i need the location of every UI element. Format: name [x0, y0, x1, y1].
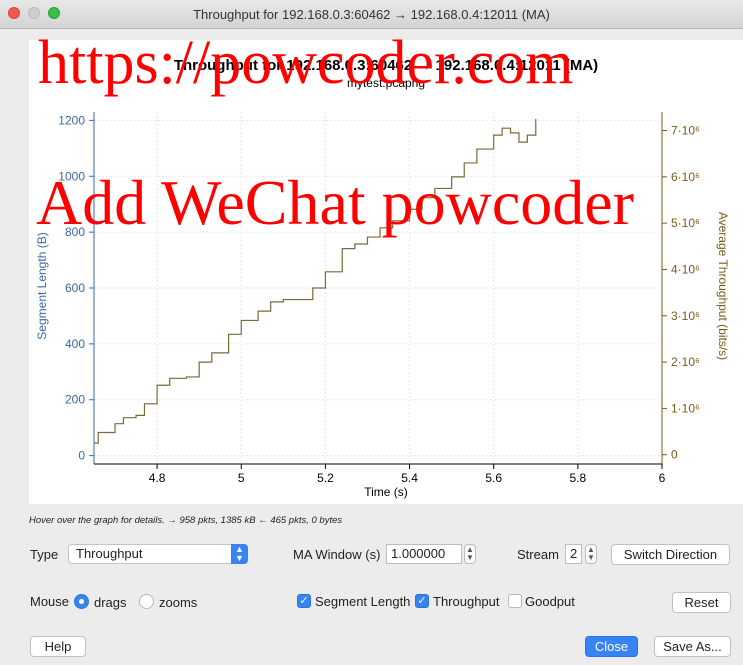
chart-title: Throughput for 192.168.0.3:60462 → 192.1…	[174, 57, 598, 74]
window-title: Throughput for 192.168.0.3:60462 → 192.1…	[193, 7, 550, 22]
series-line-throughput	[94, 118, 537, 444]
graph-area[interactable]: Throughput for 192.168.0.3:60462 → 192.1…	[29, 40, 743, 504]
mouse-label: Mouse	[30, 594, 70, 609]
y2-tick-label: 4·10⁶	[671, 262, 700, 276]
ma-window-stepper[interactable]: ▲ ▼	[464, 544, 476, 564]
ma-window-input[interactable]: 1.000000	[386, 544, 462, 564]
throughput-graph[interactable]: Throughput for 192.168.0.3:60462 → 192.1…	[29, 40, 743, 504]
x-tick-label: 5.6	[485, 471, 502, 485]
zooms-radio[interactable]	[139, 594, 154, 609]
stream-stepper[interactable]: ▲ ▼	[585, 544, 597, 564]
segment-length-label: Segment Length	[315, 594, 411, 609]
x-tick-label: 5.2	[317, 471, 334, 485]
ticks: 4.8 5 5.2 5.4 5.6 5.8 602004006008001000120001…	[58, 113, 700, 485]
goodput-label: Goodput	[525, 594, 575, 609]
y2-tick-label: 3·10⁶	[671, 309, 700, 323]
y2-tick-label: 7·10⁶	[671, 124, 700, 138]
chevron-updown-icon: ▲ ▼	[231, 544, 248, 564]
y-tick-label: 200	[65, 393, 85, 407]
x-axis-label: Time (s)	[364, 485, 408, 499]
close-button[interactable]: Close	[585, 636, 638, 657]
zooms-label: zooms	[159, 595, 198, 610]
y2-tick-label: 2·10⁶	[671, 355, 700, 369]
throughput-label: Throughput	[433, 594, 500, 609]
series	[94, 118, 537, 444]
x-tick-label: 5	[238, 471, 245, 485]
y-tick-label: 1200	[58, 113, 85, 127]
type-select-value: Throughput	[76, 546, 143, 561]
ma-window-label: MA Window (s)	[293, 547, 381, 562]
y2-tick-label: 6·10⁶	[671, 170, 700, 184]
y-tick-label: 1000	[58, 169, 85, 183]
grid	[94, 112, 663, 464]
y2-axis-label: Average Throughput (bits/s)	[716, 212, 730, 360]
x-tick-label: 5.8	[570, 471, 587, 485]
y2-tick-label: 1·10⁶	[671, 401, 700, 415]
stream-input[interactable]: 2	[565, 544, 582, 564]
chart-subtitle: mytest.pcapng	[347, 76, 425, 90]
goodput-checkbox[interactable]	[508, 594, 522, 608]
x-tick-label: 6	[659, 471, 666, 485]
reset-button[interactable]: Reset	[672, 592, 731, 613]
switch-direction-button[interactable]: Switch Direction	[611, 544, 730, 565]
y-axis-label: Segment Length (B)	[35, 232, 49, 339]
type-select[interactable]: Throughput ▲ ▼	[68, 544, 248, 564]
y2-tick-label: 5·10⁶	[671, 216, 700, 230]
drags-label: drags	[94, 595, 127, 610]
hover-hint: Hover over the graph for details. → 958 …	[29, 515, 343, 526]
x-tick-label: 5.4	[401, 471, 418, 485]
title-bar: Throughput for 192.168.0.3:60462 → 192.1…	[0, 0, 743, 29]
y-tick-label: 400	[65, 337, 85, 351]
save-as-button[interactable]: Save As...	[654, 636, 731, 657]
y-tick-label: 600	[65, 281, 85, 295]
drags-radio[interactable]	[74, 594, 89, 609]
throughput-checkbox[interactable]: ✓	[415, 594, 429, 608]
type-label: Type	[30, 547, 59, 562]
help-button[interactable]: Help	[30, 636, 86, 657]
stream-label: Stream	[517, 547, 559, 562]
y-tick-label: 0	[78, 449, 85, 463]
x-tick-label: 4.8	[149, 471, 166, 485]
y-tick-label: 800	[65, 225, 85, 239]
segment-length-checkbox[interactable]: ✓	[297, 594, 311, 608]
y2-tick-label: 0	[671, 448, 678, 462]
